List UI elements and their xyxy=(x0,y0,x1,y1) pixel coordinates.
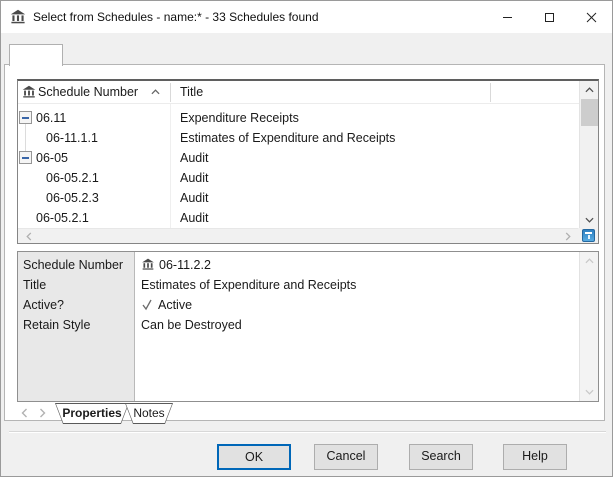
schedule-number-cell: 06-05.2.1 xyxy=(46,168,99,188)
scroll-down-icon[interactable] xyxy=(580,384,598,400)
help-button[interactable]: Help xyxy=(503,444,567,470)
column-header-schedule-number[interactable]: Schedule Number xyxy=(38,81,138,103)
schedule-number-cell: 06.11 xyxy=(36,108,66,128)
schedule-list: Schedule Number Title 06.11 Expenditure … xyxy=(17,79,599,244)
scroll-right-icon[interactable] xyxy=(560,229,576,243)
tab-label: Notes xyxy=(125,403,173,423)
schedule-number-cell: 06-05 xyxy=(36,148,68,168)
collapse-toggle-icon[interactable] xyxy=(19,151,32,164)
tab-notes[interactable]: Notes xyxy=(125,403,173,424)
schedule-number-cell: 06-05.2.1 xyxy=(36,208,89,228)
results-tab[interactable] xyxy=(9,44,63,66)
vertical-scrollbar[interactable] xyxy=(579,81,598,229)
schedule-number-cell: 06-11.1.1 xyxy=(46,128,98,148)
title-cell: Audit xyxy=(180,188,209,208)
property-value: 06-11.2.2 xyxy=(141,255,211,275)
property-row[interactable]: Retain Style Can be Destroyed xyxy=(18,315,598,335)
minimize-button[interactable] xyxy=(486,1,528,33)
bottom-tab-strip: Properties Notes xyxy=(17,403,599,425)
search-button[interactable]: Search xyxy=(409,444,473,470)
bank-icon xyxy=(22,85,36,99)
property-label: Schedule Number xyxy=(23,255,131,275)
maximize-button[interactable] xyxy=(528,1,570,33)
property-value-text: Estimates of Expenditure and Receipts xyxy=(141,275,356,295)
table-row[interactable]: 06-05.2.3 Audit xyxy=(18,188,558,208)
property-row[interactable]: Title Estimates of Expenditure and Recei… xyxy=(18,275,598,295)
table-row[interactable]: 06-05 Audit xyxy=(18,148,558,168)
sort-ascending-icon xyxy=(151,89,160,95)
tab-scroll-right-icon[interactable] xyxy=(39,407,51,419)
schedule-number-cell: 06-05.2.3 xyxy=(46,188,99,208)
property-label: Retain Style xyxy=(23,315,131,335)
properties-scrollbar[interactable] xyxy=(579,252,598,401)
tab-scroll-left-icon[interactable] xyxy=(21,407,33,419)
scrollbar-corner xyxy=(578,228,598,243)
title-bar: Select from Schedules - name:* - 33 Sche… xyxy=(1,1,612,33)
title-cell: Expenditure Receipts xyxy=(180,108,299,128)
title-cell: Audit xyxy=(180,168,209,188)
table-row[interactable]: 06.11 Expenditure Receipts xyxy=(18,108,558,128)
bank-icon xyxy=(10,9,26,25)
horizontal-scrollbar[interactable] xyxy=(18,228,579,243)
scroll-down-icon[interactable] xyxy=(580,212,599,228)
property-value-text: 06-11.2.2 xyxy=(159,258,211,272)
window-title: Select from Schedules - name:* - 33 Sche… xyxy=(33,1,319,33)
bank-icon xyxy=(141,258,155,271)
maximize-icon xyxy=(544,12,555,23)
table-row[interactable]: 06-05.2.1 Audit xyxy=(18,168,558,188)
properties-panel: Schedule Number 06-11.2.2 Title Estimate… xyxy=(17,251,599,402)
title-cell: Audit xyxy=(180,148,209,168)
scrollbar-thumb[interactable] xyxy=(581,99,598,126)
column-divider[interactable] xyxy=(170,83,171,102)
column-divider[interactable] xyxy=(490,83,491,102)
property-label: Title xyxy=(23,275,131,295)
property-value-text: Can be Destroyed xyxy=(141,315,242,335)
collapse-toggle-icon[interactable] xyxy=(19,111,32,124)
column-header-title[interactable]: Title xyxy=(180,81,203,103)
column-options-button[interactable] xyxy=(582,229,595,242)
check-icon xyxy=(141,299,153,311)
property-value-text: Active xyxy=(158,298,192,312)
minimize-icon xyxy=(502,12,513,23)
tab-label: Properties xyxy=(55,403,129,423)
scroll-up-icon[interactable] xyxy=(580,253,598,269)
property-row[interactable]: Schedule Number 06-11.2.2 xyxy=(18,255,598,275)
property-row[interactable]: Active? Active xyxy=(18,295,598,315)
table-row[interactable]: 06-11.1.1 Estimates of Expenditure and R… xyxy=(18,128,558,148)
schedule-list-header: Schedule Number Title xyxy=(18,81,598,104)
tab-properties[interactable]: Properties xyxy=(55,403,129,424)
select-from-schedules-dialog: Select from Schedules - name:* - 33 Sche… xyxy=(0,0,613,477)
close-button[interactable] xyxy=(570,1,612,33)
table-row[interactable]: 06-05.2.1 Audit xyxy=(18,208,558,228)
title-cell: Audit xyxy=(180,208,209,228)
title-cell: Estimates of Expenditure and Receipts xyxy=(180,128,395,148)
footer-separator xyxy=(9,431,606,433)
close-icon xyxy=(586,12,597,23)
property-value: Active xyxy=(141,295,192,315)
ok-button[interactable]: OK xyxy=(217,444,291,470)
scroll-up-icon[interactable] xyxy=(580,82,599,98)
property-label: Active? xyxy=(23,295,131,315)
scroll-left-icon[interactable] xyxy=(21,229,37,243)
cancel-button[interactable]: Cancel xyxy=(314,444,378,470)
